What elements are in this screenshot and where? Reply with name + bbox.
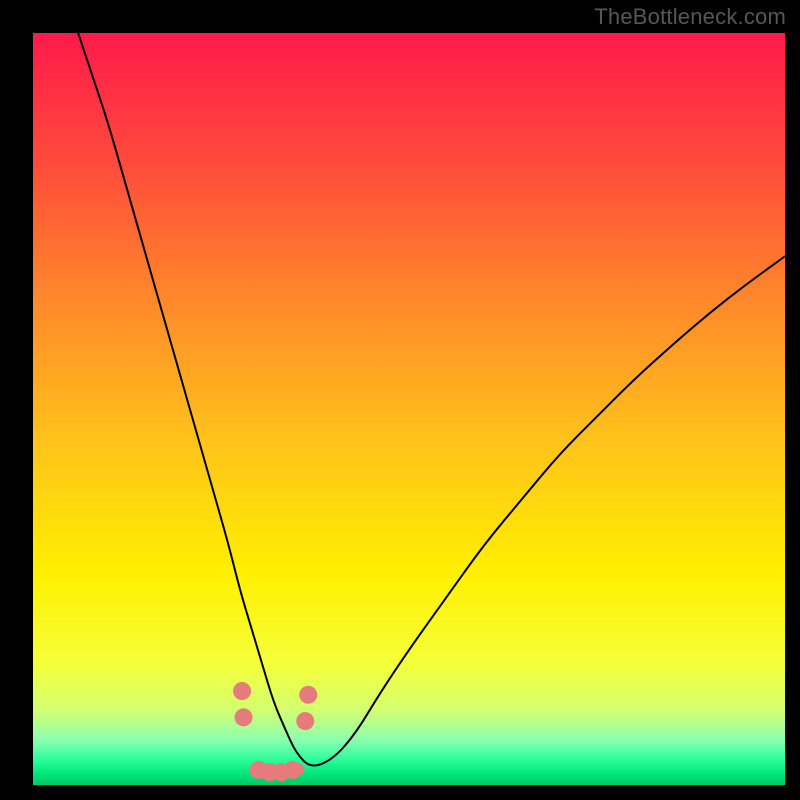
chart-background: [33, 33, 785, 785]
bottleneck-chart: [33, 33, 785, 785]
chart-frame: TheBottleneck.com: [0, 0, 800, 800]
watermark-text: TheBottleneck.com: [594, 4, 786, 30]
plot-area: [33, 33, 785, 785]
